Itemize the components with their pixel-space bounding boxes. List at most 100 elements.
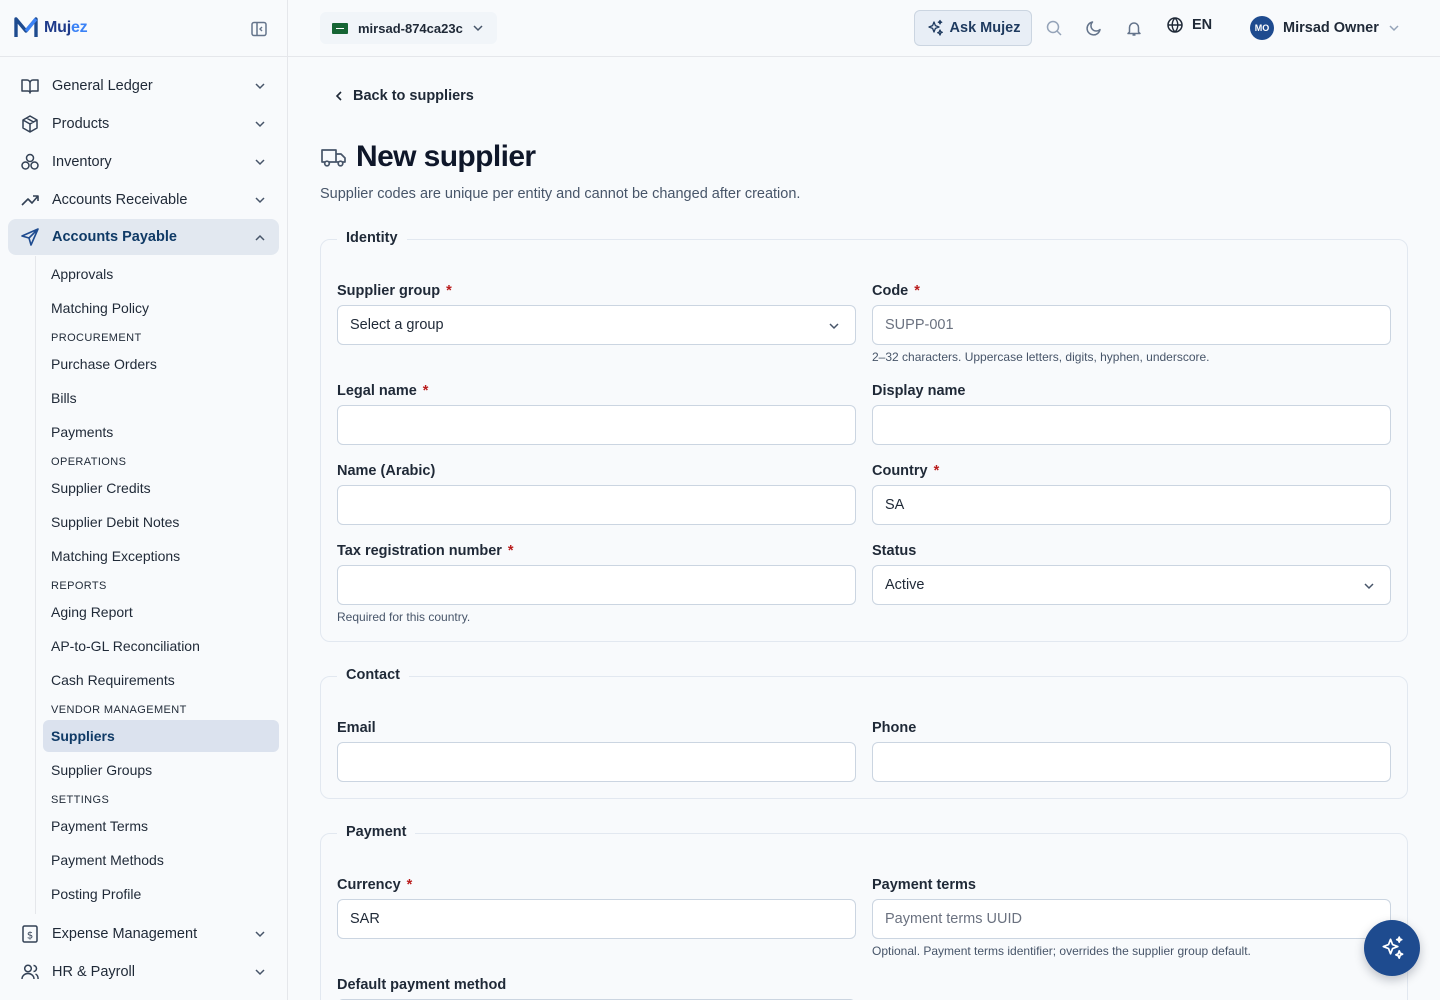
code-input[interactable]: SUPP-001: [872, 305, 1391, 345]
entity-switcher[interactable]: mirsad-874ca23c: [320, 12, 497, 44]
nav-expense-management-label: Expense Management: [52, 926, 198, 942]
page-subtitle: Supplier codes are unique per entity and…: [320, 186, 801, 202]
payment-terms-input[interactable]: Payment terms UUID: [872, 899, 1391, 939]
default-payment-method-label: Default payment method: [337, 977, 507, 993]
display-name-input[interactable]: [872, 405, 1391, 445]
contact-legend: Contact: [337, 667, 409, 683]
bell-icon[interactable]: [1125, 19, 1143, 37]
sub-approvals[interactable]: Approvals: [43, 258, 279, 290]
sub-posting-profile[interactable]: Posting Profile: [43, 878, 279, 910]
box-icon: [20, 114, 40, 134]
language-label: EN: [1192, 17, 1213, 33]
ap-submenu: Approvals Matching Policy PROCUREMENT Pu…: [43, 0, 279, 1000]
supplier-group-select[interactable]: Select a group: [337, 305, 856, 345]
tax-registration-input[interactable]: [337, 565, 856, 605]
name-arabic-input[interactable]: [337, 485, 856, 525]
country-label: Country *: [872, 463, 940, 479]
chevron-left-icon: [335, 91, 342, 101]
boxes-icon: [20, 152, 40, 172]
currency-label: Currency *: [337, 877, 413, 893]
avatar: MO: [1250, 16, 1274, 40]
sub-payments[interactable]: Payments: [43, 416, 279, 448]
sub-matching-policy[interactable]: Matching Policy: [43, 292, 279, 324]
legal-name-label: Legal name *: [337, 383, 429, 399]
mujez-logo-icon: [14, 17, 38, 37]
group-heading-procurement: PROCUREMENT: [51, 332, 142, 344]
email-label: Email: [337, 720, 376, 736]
back-label: Back to suppliers: [353, 88, 474, 104]
nav-expense-management[interactable]: $ Expense Management: [8, 915, 279, 953]
chevron-down-icon: [473, 25, 483, 32]
supplier-group-label: Supplier group *: [337, 283, 452, 299]
contact-section: Contact Email Phone: [320, 667, 1408, 799]
nav-hr-payroll-label: HR & Payroll: [52, 964, 135, 980]
svg-text:$: $: [27, 931, 33, 942]
user-name: Mirsad Owner: [1283, 20, 1379, 36]
code-help: 2–32 characters. Uppercase letters, digi…: [872, 350, 1210, 364]
identity-section: Identity Supplier group * Select a group …: [320, 230, 1408, 642]
receipt-icon: $: [20, 924, 40, 944]
submenu-guide-line: [35, 256, 36, 914]
chevron-down-icon: [255, 931, 265, 938]
group-heading-vendor-management: VENDOR MANAGEMENT: [51, 704, 187, 716]
page-heading: New supplier: [320, 140, 536, 174]
payment-legend: Payment: [337, 824, 416, 840]
language-switcher[interactable]: EN: [1166, 16, 1212, 34]
group-heading-settings: SETTINGS: [51, 794, 110, 806]
users-icon: [20, 962, 40, 982]
payment-terms-help: Optional. Payment terms identifier; over…: [872, 944, 1251, 958]
sub-bills[interactable]: Bills: [43, 382, 279, 414]
phone-label: Phone: [872, 720, 917, 736]
sub-payment-methods[interactable]: Payment Methods: [43, 844, 279, 876]
tax-registration-label: Tax registration number *: [337, 543, 514, 559]
back-to-suppliers-link[interactable]: Back to suppliers: [333, 88, 474, 104]
country-value: SA: [885, 497, 905, 513]
country-input[interactable]: SA: [872, 485, 1391, 525]
saudi-flag-icon: [332, 22, 348, 34]
supplier-group-value: Select a group: [350, 317, 444, 333]
sub-matching-exceptions[interactable]: Matching Exceptions: [43, 540, 279, 572]
payment-terms-placeholder: Payment terms UUID: [885, 911, 1022, 927]
group-heading-reports: REPORTS: [51, 580, 107, 592]
sub-payment-terms[interactable]: Payment Terms: [43, 810, 279, 842]
user-menu[interactable]: MO Mirsad Owner: [1250, 16, 1401, 40]
sub-cash-requirements[interactable]: Cash Requirements: [43, 664, 279, 696]
sub-suppliers[interactable]: Suppliers: [43, 720, 279, 752]
ai-assistant-button[interactable]: [1364, 920, 1420, 976]
email-input[interactable]: [337, 742, 856, 782]
sub-supplier-debit-notes[interactable]: Supplier Debit Notes: [43, 506, 279, 538]
chevron-down-icon: [829, 323, 839, 330]
sidebar: Mujez General Ledger Products Inventory …: [0, 0, 288, 1000]
ask-mujez-button[interactable]: Ask Mujez: [914, 10, 1032, 46]
status-select[interactable]: Active: [872, 565, 1391, 605]
phone-input[interactable]: [872, 742, 1391, 782]
display-name-label: Display name: [872, 383, 966, 399]
book-icon: [20, 76, 40, 96]
payment-section: Payment Currency * SAR Payment terms Paym…: [320, 824, 1408, 1000]
payment-terms-label: Payment terms: [872, 877, 976, 893]
group-heading-operations: OPERATIONS: [51, 456, 127, 468]
sub-aging-report[interactable]: Aging Report: [43, 596, 279, 628]
currency-input[interactable]: SAR: [337, 899, 856, 939]
sub-supplier-groups[interactable]: Supplier Groups: [43, 754, 279, 786]
moon-icon[interactable]: [1085, 19, 1103, 37]
search-icon[interactable]: [1045, 19, 1063, 37]
code-label: Code *: [872, 283, 920, 299]
chevron-down-icon: [1364, 583, 1374, 590]
sub-purchase-orders[interactable]: Purchase Orders: [43, 348, 279, 380]
nav-hr-payroll[interactable]: HR & Payroll: [8, 953, 279, 991]
page-title: New supplier: [356, 140, 536, 173]
truck-icon: [321, 149, 346, 167]
legal-name-input[interactable]: [337, 405, 856, 445]
status-label: Status: [872, 543, 917, 559]
status-value: Active: [885, 577, 925, 593]
send-icon: [20, 227, 40, 247]
ask-mujez-label: Ask Mujez: [949, 20, 1021, 36]
sub-supplier-credits[interactable]: Supplier Credits: [43, 472, 279, 504]
chevron-down-icon: [1389, 25, 1399, 32]
sub-ap-gl-reconciliation[interactable]: AP-to-GL Reconciliation: [43, 630, 279, 662]
code-placeholder: SUPP-001: [885, 317, 954, 333]
currency-value: SAR: [350, 911, 380, 927]
chevron-down-icon: [255, 969, 265, 976]
identity-legend: Identity: [337, 230, 407, 246]
